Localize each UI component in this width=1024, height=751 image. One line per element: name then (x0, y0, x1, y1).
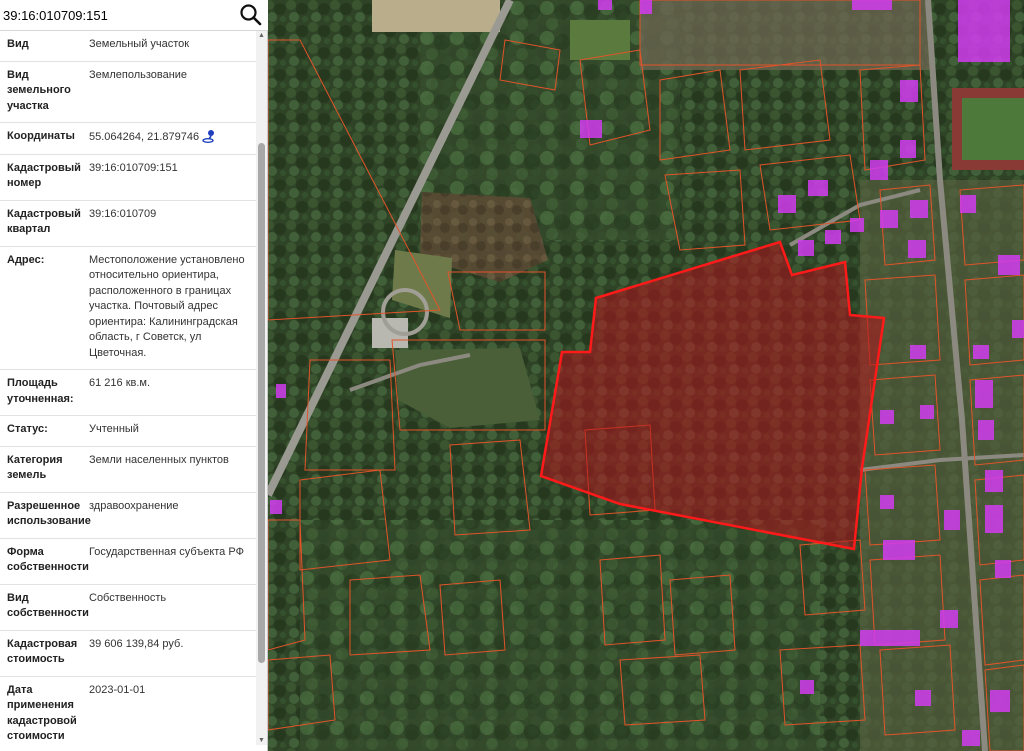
search-bar (0, 0, 268, 31)
property-value: 55.064264, 21.879746 (89, 131, 200, 143)
property-label: Адрес: (7, 253, 45, 266)
property-row-cadastral-value: Кадастровая стоимость 39 606 139,84 руб. (0, 631, 256, 677)
property-value: здравоохранение (89, 499, 179, 512)
property-value: Государственная субъекта РФ (89, 545, 244, 558)
property-row-type: Вид Земельный участок (0, 31, 256, 62)
property-row-ownership-type: Вид собственности Собственность (0, 585, 256, 631)
property-row-permitted-use: Разрешенное использование здравоохранени… (0, 493, 256, 539)
residential-area (640, 0, 930, 70)
scrollbar-thumb[interactable] (258, 143, 265, 663)
property-row-coordinates: Координаты 55.064264, 21.879746 (0, 123, 256, 155)
property-value: Земли населенных пунктов (89, 453, 229, 466)
property-value: Учтенный (89, 423, 139, 435)
property-value: Землепользование (89, 68, 188, 81)
scrollbar[interactable]: ▲ ▼ (256, 31, 267, 745)
property-row-address: Адрес: Местоположение установлено относи… (0, 247, 256, 370)
property-label: Категория земель (7, 453, 63, 482)
stadium-field (962, 98, 1024, 160)
scroll-up-arrow-icon[interactable]: ▲ (256, 31, 267, 40)
property-list: Вид Земельный участок Вид земельного уча… (0, 31, 256, 751)
property-row-parcel-type: Вид земельного участка Землепользование (0, 62, 256, 123)
property-row-land-category: Категория земель Земли населенных пункто… (0, 447, 256, 493)
property-value: 39:16:010709 (89, 207, 157, 220)
property-value: Земельный участок (89, 38, 190, 50)
property-value: 61 216 кв.м. (89, 377, 151, 389)
sports-field (372, 0, 500, 32)
property-value: Местоположение установлено относительно … (89, 253, 245, 359)
property-label: Кадастровый квартал (7, 207, 81, 236)
forest-patch (300, 520, 820, 751)
search-input[interactable] (3, 4, 233, 26)
property-row-area: Площадь уточненная: 61 216 кв.м. (0, 370, 256, 416)
property-label: Кадастровая стоимость (7, 637, 78, 666)
property-label: Вид земельного участка (7, 68, 71, 112)
property-label: Координаты (7, 130, 75, 142)
property-label: Площадь уточненная: (7, 377, 74, 405)
property-value-wrapper: 55.064264, 21.879746 (89, 129, 256, 146)
property-label: Форма собственности (7, 545, 89, 574)
property-label: Статус: (7, 423, 48, 435)
info-panel: Вид Земельный участок Вид земельного уча… (0, 0, 268, 751)
property-row-ownership-form: Форма собственности Государственная субъ… (0, 539, 256, 585)
property-value: 39:16:010709:151 (89, 161, 178, 174)
field (570, 20, 630, 60)
property-label: Вид (7, 38, 29, 50)
property-value: 39 606 139,84 руб. (89, 637, 184, 650)
property-row-cadastral-number: Кадастровый номер 39:16:010709:151 (0, 155, 256, 201)
location-pin-icon[interactable] (202, 129, 216, 143)
property-row-value-date: Дата применения кадастровой стоимости 20… (0, 677, 256, 751)
property-label: Вид собственности (7, 591, 89, 620)
search-icon (240, 4, 262, 26)
property-row-status: Статус: Учтенный (0, 416, 256, 447)
property-value: 2023-01-01 (89, 683, 146, 696)
property-label: Кадастровый номер (7, 161, 81, 190)
property-label: Разрешенное использование (7, 499, 91, 528)
scroll-down-arrow-icon[interactable]: ▼ (256, 736, 267, 745)
search-button[interactable] (238, 2, 264, 28)
property-label: Дата применения кадастровой стоимости (7, 683, 77, 743)
property-value: Собственность (89, 591, 167, 604)
property-row-cadastral-quarter: Кадастровый квартал 39:16:010709 (0, 201, 256, 247)
